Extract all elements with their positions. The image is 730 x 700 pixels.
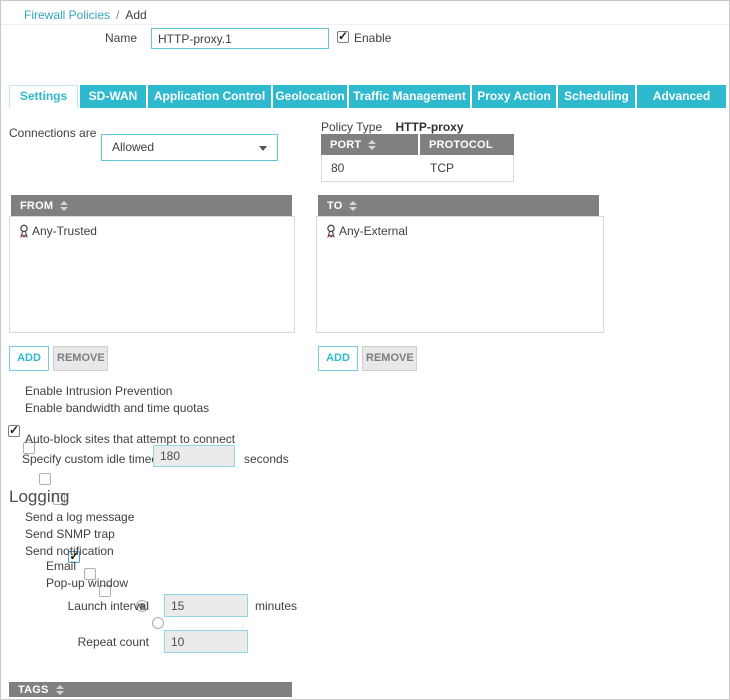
from-actions: ADD REMOVE: [9, 346, 108, 371]
list-item-label: Any-Trusted: [32, 224, 97, 238]
send-notification-label: Send notification: [25, 544, 114, 558]
from-header-label: FROM: [20, 200, 53, 212]
tab-settings[interactable]: Settings: [9, 85, 78, 108]
table-row: 80 TCP: [321, 155, 514, 182]
from-panel: FROM Any-Trusted: [9, 195, 295, 333]
connections-are-label: Connections are: [9, 126, 96, 140]
protocol-header-label: PROTOCOL: [429, 139, 493, 151]
to-add-button[interactable]: ADD: [318, 346, 358, 371]
protocol-cell: TCP: [421, 161, 454, 175]
name-input[interactable]: [151, 28, 329, 49]
to-remove-button[interactable]: REMOVE: [362, 346, 417, 371]
tags-column-header[interactable]: TAGS: [9, 682, 292, 697]
snmp-trap-label: Send SNMP trap: [25, 527, 115, 541]
enable-checkbox[interactable]: [337, 31, 349, 43]
repeat-count-input[interactable]: [164, 630, 248, 653]
auto-block-label: Auto-block sites that attempt to connect: [25, 432, 235, 446]
idle-timeout-input[interactable]: [153, 445, 235, 467]
tab-geolocation[interactable]: Geolocation: [273, 85, 347, 108]
breadcrumb-divider: [1, 24, 729, 25]
intrusion-prevention-checkbox[interactable]: [8, 425, 20, 437]
from-column-header[interactable]: FROM: [11, 195, 292, 216]
breadcrumb-link-firewall-policies[interactable]: Firewall Policies: [24, 8, 110, 22]
from-add-button[interactable]: ADD: [9, 346, 49, 371]
connections-dropdown-value: Allowed: [112, 140, 154, 154]
tab-sd-wan[interactable]: SD-WAN: [80, 85, 146, 108]
sort-icon: [60, 201, 68, 211]
name-label: Name: [105, 31, 137, 45]
to-column-header[interactable]: TO: [318, 195, 599, 216]
launch-interval-label: Launch interval: [59, 599, 149, 613]
sort-icon: [368, 140, 376, 150]
idle-timeout-label: Specify custom idle timeout: [22, 452, 168, 466]
launch-interval-input[interactable]: [164, 594, 248, 617]
send-log-label: Send a log message: [25, 510, 134, 524]
policy-type-label: Policy Type: [321, 120, 382, 134]
idle-timeout-unit: seconds: [244, 452, 289, 466]
to-actions: ADD REMOVE: [318, 346, 417, 371]
connections-dropdown[interactable]: Allowed: [101, 134, 278, 161]
port-cell: 80: [322, 161, 421, 175]
to-list[interactable]: Any-External: [316, 216, 604, 333]
logging-heading: Logging: [9, 487, 70, 507]
list-item[interactable]: Any-Trusted: [10, 217, 294, 238]
tab-traffic-management[interactable]: Traffic Management: [349, 85, 470, 108]
breadcrumb: Firewall Policies / Add: [24, 8, 147, 22]
policy-type-row: Policy Type HTTP-proxy: [321, 120, 464, 134]
firewall-policy-add-page: Firewall Policies / Add Name Enable Settin…: [0, 0, 730, 700]
repeat-count-label: Repeat count: [59, 635, 149, 649]
popup-window-radio[interactable]: [152, 617, 164, 629]
launch-interval-unit: minutes: [255, 599, 297, 613]
protocol-column-header[interactable]: PROTOCOL: [420, 134, 514, 155]
tab-scheduling[interactable]: Scheduling: [558, 85, 635, 108]
bandwidth-quotas-label: Enable bandwidth and time quotas: [25, 401, 209, 415]
intrusion-prevention-label: Enable Intrusion Prevention: [25, 384, 172, 398]
enable-label: Enable: [354, 31, 391, 45]
tab-advanced[interactable]: Advanced: [637, 85, 726, 108]
breadcrumb-current: Add: [125, 8, 146, 22]
tab-proxy-action[interactable]: Proxy Action: [472, 85, 556, 108]
alias-icon: [18, 224, 30, 238]
from-remove-button[interactable]: REMOVE: [53, 346, 108, 371]
auto-block-checkbox[interactable]: [39, 473, 51, 485]
policy-type-table: PORT PROTOCOL 80 TCP: [321, 134, 514, 182]
port-column-header[interactable]: PORT: [321, 134, 418, 155]
tab-application-control[interactable]: Application Control: [148, 85, 271, 108]
breadcrumb-separator: /: [116, 8, 119, 22]
to-header-label: TO: [327, 200, 342, 212]
chevron-down-icon: [259, 146, 267, 151]
to-panel: TO Any-External: [316, 195, 604, 333]
email-label: Email: [46, 559, 76, 573]
from-list[interactable]: Any-Trusted: [9, 216, 295, 333]
sort-icon: [56, 685, 64, 695]
alias-icon: [325, 224, 337, 238]
list-item[interactable]: Any-External: [317, 217, 603, 238]
sort-icon: [349, 201, 357, 211]
policy-type-value: HTTP-proxy: [396, 120, 464, 134]
tab-bar: Settings SD-WAN Application Control Geol…: [9, 85, 726, 108]
popup-window-label: Pop-up window: [46, 576, 128, 590]
tags-header-label: TAGS: [18, 684, 49, 696]
list-item-label: Any-External: [339, 224, 408, 238]
port-header-label: PORT: [330, 139, 361, 151]
